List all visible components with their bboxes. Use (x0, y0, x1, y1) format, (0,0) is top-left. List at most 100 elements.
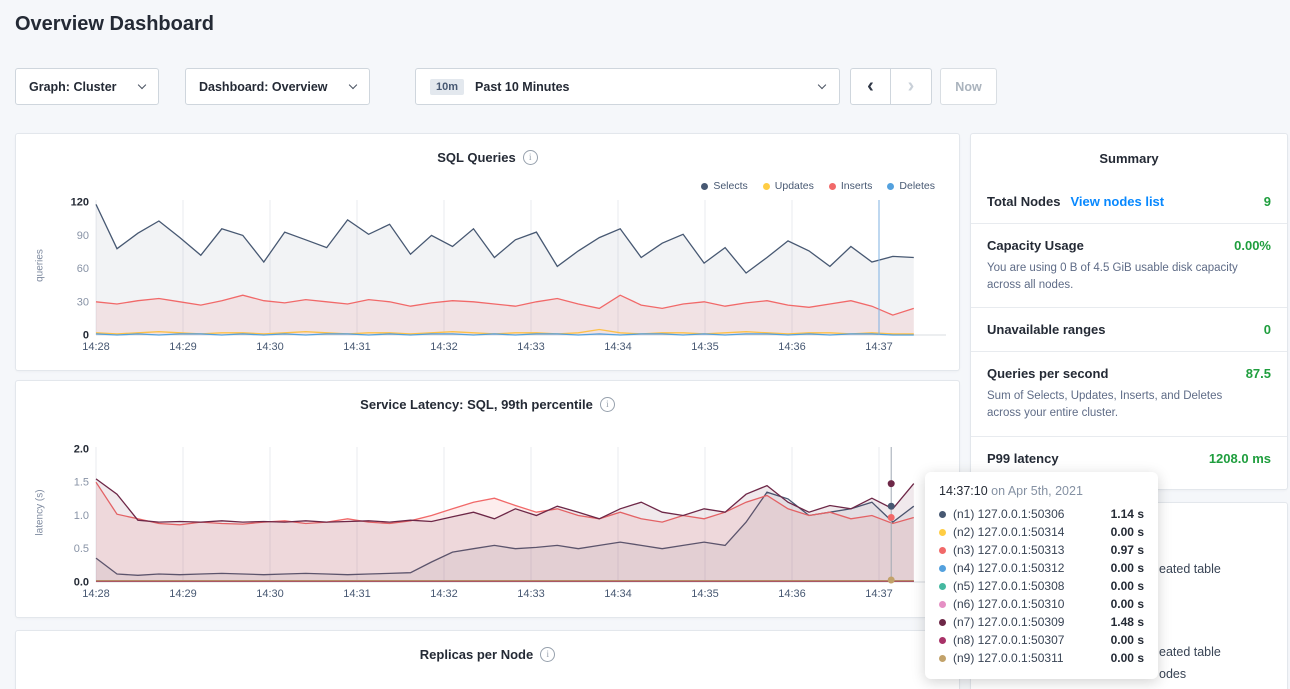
service-latency-chart-panel: Service Latency: SQL, 99th percentile i … (15, 380, 960, 618)
tooltip-node-label: (n9) 127.0.0.1:50311 (953, 651, 1064, 665)
svg-text:0.5: 0.5 (74, 543, 89, 555)
tooltip-row: (n6) 127.0.0.1:50310 0.00 s (939, 595, 1144, 613)
summary-row-unavailable-ranges: Unavailable ranges 0 (971, 308, 1287, 352)
svg-text:14:30: 14:30 (256, 341, 284, 353)
svg-text:14:32: 14:32 (430, 588, 458, 600)
chart-title: SQL Queries i (16, 134, 959, 165)
summary-row-queries-per-second: Queries per second 87.5 Sum of Selects, … (971, 352, 1287, 436)
tooltip-node-value: 0.00 s (1111, 597, 1144, 611)
tooltip-time: 14:37:10 (939, 484, 988, 498)
tooltip-rows: (n1) 127.0.0.1:503061.14 s (n2) 127.0.0.1… (939, 505, 1144, 667)
svg-text:0: 0 (83, 330, 89, 342)
tooltip-row: (n8) 127.0.0.1:503070.00 s (939, 631, 1144, 649)
page-title: Overview Dashboard (15, 13, 214, 36)
chart-title-text: Replicas per Node (420, 647, 533, 662)
summary-value: 0.00% (1234, 238, 1271, 253)
svg-text:14:37: 14:37 (865, 341, 893, 353)
tooltip-row: (n3) 127.0.0.1:50313 0.97 s (939, 541, 1144, 559)
time-range-selector[interactable]: 10m Past 10 Minutes (415, 68, 840, 105)
sql-queries-plot[interactable]: 14:2814:2914:3014:3114:3214:3314:3414:35… (46, 190, 951, 355)
service-latency-plot[interactable]: 14:2814:2914:3014:3114:3214:3314:3414:35… (46, 437, 951, 602)
series-dot-icon (939, 583, 946, 590)
event-text-fragment: eated table (1159, 645, 1221, 659)
now-button[interactable]: Now (940, 68, 997, 105)
legend-dot-icon (763, 183, 770, 190)
tooltip-row: (n4) 127.0.0.1:50312 0.00 s (939, 559, 1144, 577)
svg-text:14:33: 14:33 (517, 341, 545, 353)
tooltip-node-label: (n7) 127.0.0.1:50309 (953, 615, 1064, 629)
chart-title-text: Service Latency: SQL, 99th percentile (360, 397, 593, 412)
series-dot-icon (939, 637, 946, 644)
view-nodes-list-link[interactable]: View nodes list (1070, 194, 1164, 209)
summary-subtext: Sum of Selects, Updates, Inserts, and De… (987, 388, 1271, 421)
chart-title-text: SQL Queries (437, 150, 516, 165)
tooltip-node-value: 1.48 s (1111, 615, 1144, 629)
y-axis-label: queries (35, 216, 46, 316)
svg-text:0.0: 0.0 (74, 577, 89, 589)
replicas-per-node-chart-panel: Replicas per Node i (15, 630, 960, 689)
svg-text:60: 60 (77, 263, 89, 275)
svg-text:14:30: 14:30 (256, 588, 284, 600)
svg-text:30: 30 (77, 296, 89, 308)
tooltip-node-label: (n5) 127.0.0.1:50308 (953, 579, 1064, 593)
summary-title: Summary (971, 134, 1287, 180)
y-axis-label: latency (s) (35, 463, 46, 563)
tooltip-node-label: (n4) 127.0.0.1:50312 (953, 561, 1064, 575)
tooltip-node-value: 1.14 s (1111, 507, 1144, 521)
tooltip-node-value: 0.00 s (1111, 561, 1144, 575)
series-dot-icon (939, 565, 946, 572)
tooltip-node-label: (n6) 127.0.0.1:50310 (953, 597, 1064, 611)
sql-queries-chart[interactable]: 14:2814:2914:3014:3114:3214:3314:3414:35… (46, 190, 951, 360)
summary-row-capacity-usage: Capacity Usage 0.00% You are using 0 B o… (971, 224, 1287, 308)
svg-text:14:31: 14:31 (343, 341, 371, 353)
summary-label: Total Nodes (987, 194, 1060, 209)
svg-text:14:35: 14:35 (691, 588, 719, 600)
event-text-fragment: eated table (1159, 562, 1221, 576)
svg-text:14:37: 14:37 (865, 588, 893, 600)
time-forward-button[interactable]: › (891, 68, 932, 105)
service-latency-chart[interactable]: 14:2814:2914:3014:3114:3214:3314:3414:35… (46, 437, 951, 607)
svg-text:120: 120 (71, 197, 89, 209)
chevron-left-icon: ‹ (867, 75, 874, 98)
info-icon[interactable]: i (523, 150, 538, 165)
tooltip-title: 14:37:10 on Apr 5th, 2021 (939, 484, 1144, 498)
graph-selector-dropdown[interactable]: Graph: Cluster (15, 68, 159, 105)
tooltip-node-label: (n3) 127.0.0.1:50313 (953, 543, 1064, 557)
svg-text:14:35: 14:35 (691, 341, 719, 353)
svg-text:1.5: 1.5 (74, 477, 89, 489)
svg-text:14:36: 14:36 (778, 588, 806, 600)
legend-dot-icon (701, 183, 708, 190)
dashboard-selector-dropdown[interactable]: Dashboard: Overview (185, 68, 370, 105)
time-window-badge: 10m (430, 79, 464, 95)
tooltip-row: (n9) 127.0.0.1:503110.00 s (939, 649, 1144, 667)
time-range-label: Past 10 Minutes (475, 80, 569, 94)
svg-text:1.0: 1.0 (74, 510, 89, 522)
tooltip-date: on Apr 5th, 2021 (991, 484, 1083, 498)
svg-text:14:31: 14:31 (343, 588, 371, 600)
info-icon[interactable]: i (600, 397, 615, 412)
tooltip-node-value: 0.00 s (1111, 579, 1144, 593)
info-icon[interactable]: i (540, 647, 555, 662)
tooltip-node-label: (n8) 127.0.0.1:50307 (953, 633, 1064, 647)
summary-label: Queries per second (987, 366, 1108, 381)
svg-text:2.0: 2.0 (74, 444, 89, 456)
tooltip-row: (n7) 127.0.0.1:50309 1.48 s (939, 613, 1144, 631)
svg-text:14:34: 14:34 (604, 341, 632, 353)
summary-row-total-nodes: Total Nodes View nodes list 9 (971, 180, 1287, 224)
sql-queries-chart-panel: SQL Queries i SelectsUpdatesInsertsDelet… (15, 133, 960, 371)
summary-label: Unavailable ranges (987, 322, 1106, 337)
time-nav-button-group: ‹ › (850, 68, 932, 105)
tooltip-node-label: (n2) 127.0.0.1:50314 (953, 525, 1064, 539)
chevron-down-icon (349, 81, 357, 89)
tooltip-node-value: 0.97 s (1111, 543, 1144, 557)
time-back-button[interactable]: ‹ (850, 68, 891, 105)
svg-text:90: 90 (77, 230, 89, 242)
svg-text:14:33: 14:33 (517, 588, 545, 600)
series-dot-icon (939, 655, 946, 662)
summary-panel: Summary Total Nodes View nodes list 9 Ca… (970, 133, 1288, 490)
svg-text:14:28: 14:28 (82, 588, 110, 600)
svg-text:14:28: 14:28 (82, 341, 110, 353)
tooltip-row: (n1) 127.0.0.1:503061.14 s (939, 505, 1144, 523)
tooltip-node-value: 0.00 s (1111, 525, 1144, 539)
event-text-fragment: odes (1159, 667, 1186, 681)
